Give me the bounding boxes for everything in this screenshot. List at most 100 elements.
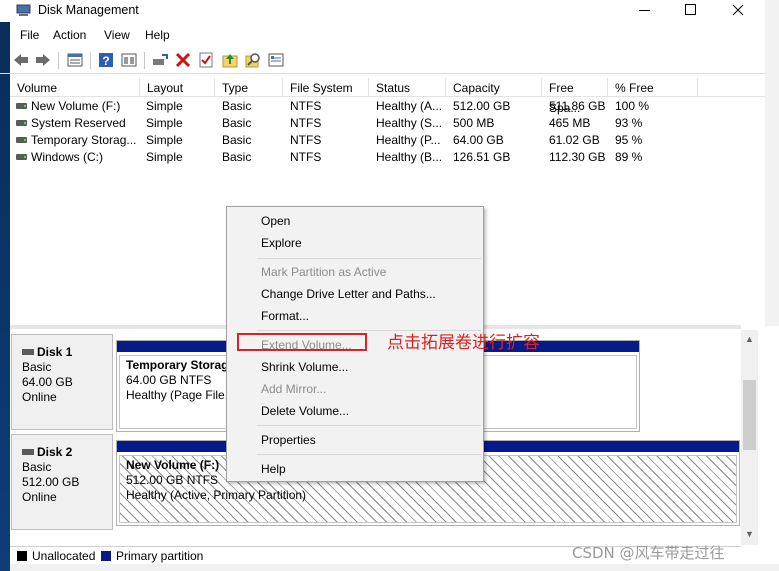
cell-status: Healthy (P... — [376, 133, 441, 147]
column-header-capacity[interactable]: Capacity — [446, 78, 542, 97]
table-row[interactable]: Temporary Storag... Simple Basic NTFS He… — [10, 132, 765, 149]
checklist-icon[interactable] — [197, 51, 215, 69]
right-edge-panel — [765, 0, 779, 326]
column-header-type[interactable]: Type — [215, 78, 283, 97]
maximize-button[interactable] — [667, 0, 713, 22]
menu-item-delete-volume[interactable]: Delete Volume... — [261, 404, 349, 418]
scrollbar-thumb[interactable] — [743, 380, 756, 450]
cell-free-space: 61.02 GB — [549, 133, 600, 147]
disk-management-app-icon — [16, 4, 31, 16]
search-icon[interactable] — [244, 51, 262, 69]
menu-help[interactable]: Help — [145, 28, 170, 42]
settings-icon[interactable] — [267, 51, 285, 69]
scroll-down-icon[interactable]: ▼ — [745, 530, 754, 539]
table-row[interactable]: New Volume (F:) Simple Basic NTFS Health… — [10, 98, 765, 115]
disk-2-name: Disk 2 — [22, 445, 112, 460]
cell-file-system: NTFS — [290, 99, 322, 113]
watermark: CSDN @风车带走过往 — [572, 544, 725, 562]
disk-icon — [22, 349, 34, 355]
legend-unallocated: Unallocated — [32, 549, 96, 563]
menu-item-format[interactable]: Format... — [261, 309, 309, 323]
minimize-icon — [639, 10, 650, 11]
disk-2-type: Basic — [22, 460, 52, 474]
cell-status: Healthy (S... — [376, 116, 443, 130]
cell-percent-free: 93 % — [615, 116, 643, 130]
delete-icon[interactable] — [174, 51, 192, 69]
cell-free-space: 112.30 GB — [549, 150, 606, 164]
cell-capacity: 500 MB — [453, 116, 495, 130]
menu-file[interactable]: File — [20, 28, 39, 42]
connect-drive-icon[interactable] — [151, 51, 169, 69]
column-header-free-space[interactable]: Free Spa... — [542, 78, 608, 115]
legend-primary: Primary partition — [116, 549, 204, 563]
partition-status: Healthy (Active, Primary Partition) — [126, 488, 307, 502]
volume-icon — [16, 137, 27, 143]
menu-item-open[interactable]: Open — [261, 214, 290, 228]
cell-volume: New Volume (F:) — [31, 99, 121, 113]
menu-separator — [257, 425, 481, 426]
disk-1-type: Basic — [22, 360, 52, 374]
scroll-up-icon[interactable]: ▲ — [745, 335, 754, 344]
window-title: Disk Management — [38, 3, 139, 17]
toolbar-separator — [58, 52, 59, 69]
toolbar: ? — [0, 48, 765, 74]
disk-2-info[interactable]: Disk 2 Basic 512.00 GB Online — [11, 434, 113, 530]
disk-1-info[interactable]: Disk 1 Basic 64.00 GB Online — [11, 334, 113, 430]
volume-icon — [16, 120, 27, 126]
cell-file-system: NTFS — [290, 116, 322, 130]
column-header-file-system[interactable]: File System — [283, 78, 369, 97]
cell-layout: Simple — [146, 150, 183, 164]
disk-1-size: 64.00 GB — [22, 375, 73, 389]
cell-capacity: 64.00 GB — [453, 133, 504, 147]
cell-type: Basic — [222, 99, 252, 113]
cell-file-system: NTFS — [290, 133, 322, 147]
menu-separator — [257, 454, 481, 455]
title-bar: Disk Management — [0, 0, 779, 22]
column-header-status[interactable]: Status — [369, 78, 446, 97]
toolbar-separator — [90, 52, 91, 69]
table-row[interactable]: Windows (C:) Simple Basic NTFS Healthy (… — [10, 149, 765, 166]
cell-percent-free: 95 % — [615, 133, 643, 147]
menu-item-mark-active: Mark Partition as Active — [261, 265, 387, 279]
help-icon[interactable]: ? — [97, 51, 115, 69]
cell-capacity: 512.00 GB — [453, 99, 511, 113]
up-folder-icon[interactable] — [221, 51, 239, 69]
forward-arrow-icon[interactable] — [34, 51, 52, 69]
cell-layout: Simple — [146, 99, 183, 113]
cell-status: Healthy (A... — [376, 99, 443, 113]
cell-type: Basic — [222, 133, 252, 147]
menu-item-help[interactable]: Help — [261, 462, 286, 476]
menu-item-properties[interactable]: Properties — [261, 433, 316, 447]
annotation-highlight-box — [237, 333, 367, 351]
menu-separator — [257, 258, 481, 259]
maximize-icon — [685, 4, 696, 15]
primary-partition-swatch — [101, 551, 111, 561]
list-header: Volume Layout Type File System Status Ca… — [10, 78, 765, 115]
menu-item-explore[interactable]: Explore — [261, 236, 302, 250]
cell-layout: Simple — [146, 133, 183, 147]
annotation-text: 点击拓展卷进行扩容 — [387, 333, 540, 353]
menu-item-change-drive-letter[interactable]: Change Drive Letter and Paths... — [261, 287, 436, 301]
cell-volume: Temporary Storag... — [31, 133, 137, 147]
column-header-volume[interactable]: Volume — [10, 78, 140, 97]
show-hide-icon[interactable] — [120, 51, 138, 69]
disk-1-state: Online — [22, 390, 57, 404]
desktop-edge — [0, 0, 10, 571]
close-button[interactable] — [714, 0, 760, 22]
table-row[interactable]: System Reserved Simple Basic NTFS Health… — [10, 115, 765, 132]
menu-action[interactable]: Action — [53, 28, 86, 42]
column-header-percent-free[interactable]: % Free — [608, 78, 698, 97]
back-arrow-icon[interactable] — [12, 51, 30, 69]
disk-2-state: Online — [22, 490, 57, 504]
minimize-button[interactable] — [621, 0, 667, 22]
menu-item-shrink-volume[interactable]: Shrink Volume... — [261, 360, 348, 374]
menu-bar: File Action View Help — [0, 24, 765, 46]
disk-1-name: Disk 1 — [22, 345, 112, 360]
vertical-scrollbar[interactable]: ▲ ▼ — [741, 330, 758, 545]
cell-free-space: 511.86 GB — [549, 99, 606, 113]
cell-layout: Simple — [146, 116, 183, 130]
properties-list-icon[interactable] — [66, 51, 84, 69]
menu-view[interactable]: View — [104, 28, 130, 42]
cell-percent-free: 89 % — [615, 150, 643, 164]
column-header-layout[interactable]: Layout — [140, 78, 215, 97]
